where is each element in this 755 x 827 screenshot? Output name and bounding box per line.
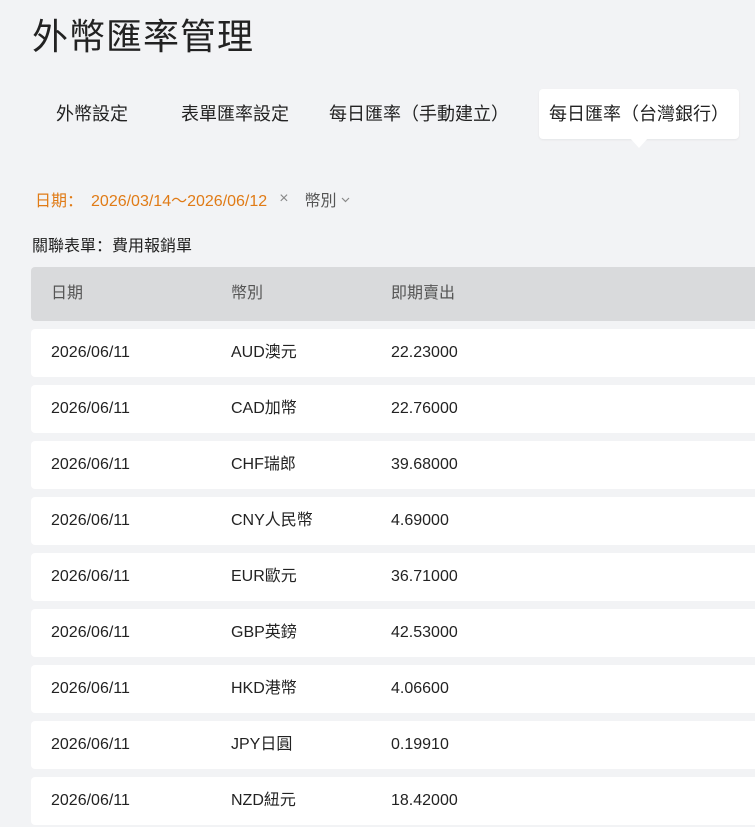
cell-currency: GBP英鎊 xyxy=(231,624,297,641)
table-row[interactable]: 2026/06/11 GBP英鎊 42.53000 xyxy=(31,609,755,657)
currency-filter[interactable]: 幣別 xyxy=(305,187,350,211)
table-row[interactable]: 2026/06/11 HKD港幣 4.06600 xyxy=(31,665,755,713)
currency-filter-label: 幣別 xyxy=(304,193,337,210)
related-form-label: 關聯表單：費用報銷單 xyxy=(32,238,193,255)
chevron-down-icon xyxy=(341,190,350,208)
table-row[interactable]: 2026/06/11 AUD澳元 22.23000 xyxy=(31,329,755,377)
table-header: 日期 幣別 即期賣出 xyxy=(31,267,755,321)
cell-spot-selling: 39.68000 xyxy=(391,456,458,473)
cell-spot-selling: 4.69000 xyxy=(391,512,449,529)
clear-date-icon[interactable]: × xyxy=(279,190,288,208)
tab-label: 每日匯率（台灣銀行） xyxy=(549,104,729,124)
tab-daily-rate-manual[interactable]: 每日匯率（手動建立） xyxy=(329,89,509,139)
page-title: 外幣匯率管理 xyxy=(32,16,255,57)
cell-currency: EUR歐元 xyxy=(231,568,297,585)
header-currency: 幣別 xyxy=(231,285,264,302)
date-filter-label: 日期： xyxy=(35,193,84,210)
cell-currency: AUD澳元 xyxy=(231,344,297,361)
table-row[interactable]: 2026/06/11 EUR歐元 36.71000 xyxy=(31,553,755,601)
header-date: 日期 xyxy=(51,285,84,302)
cell-date: 2026/06/11 xyxy=(51,512,130,529)
cell-spot-selling: 22.76000 xyxy=(391,400,458,417)
cell-spot-selling: 4.06600 xyxy=(391,680,449,697)
cell-spot-selling: 22.23000 xyxy=(391,344,458,361)
cell-date: 2026/06/11 xyxy=(51,624,130,641)
cell-currency: HKD港幣 xyxy=(231,680,297,697)
cell-date: 2026/06/11 xyxy=(51,344,130,361)
cell-spot-selling: 42.53000 xyxy=(391,624,458,641)
tab-form-rate-settings[interactable]: 表單匯率設定 xyxy=(181,89,289,139)
filter-bar: 日期： 2026/03/14〜2026/06/12 × 幣別 xyxy=(35,186,350,212)
table-row[interactable]: 2026/06/11 CAD加幣 22.76000 xyxy=(31,385,755,433)
cell-currency: CNY人民幣 xyxy=(231,512,313,529)
table-row[interactable]: 2026/06/11 CNY人民幣 4.69000 xyxy=(31,497,755,545)
exchange-rate-table: 日期 幣別 即期賣出 2026/06/11 AUD澳元 22.23000 2026/0… xyxy=(31,267,755,825)
cell-date: 2026/06/11 xyxy=(51,792,130,809)
cell-currency: NZD紐元 xyxy=(231,792,296,809)
tab-currency-settings[interactable]: 外幣設定 xyxy=(56,89,128,139)
tab-bar: 外幣設定 表單匯率設定 每日匯率（手動建立） 每日匯率（台灣銀行） xyxy=(0,89,755,148)
header-spot-selling: 即期賣出 xyxy=(391,285,456,302)
cell-currency: CAD加幣 xyxy=(231,400,297,417)
date-range-filter[interactable]: 日期： 2026/03/14〜2026/06/12 xyxy=(35,187,267,211)
date-filter-value: 2026/03/14〜2026/06/12 xyxy=(91,193,268,210)
cell-date: 2026/06/11 xyxy=(51,400,130,417)
cell-currency: CHF瑞郎 xyxy=(231,456,296,473)
cell-spot-selling: 36.71000 xyxy=(391,568,458,585)
table-row[interactable]: 2026/06/11 JPY日圓 0.19910 xyxy=(31,721,755,769)
cell-spot-selling: 0.19910 xyxy=(391,736,449,753)
table-row[interactable]: 2026/06/11 NZD紐元 18.42000 xyxy=(31,777,755,825)
table-row[interactable]: 2026/06/11 CHF瑞郎 39.68000 xyxy=(31,441,755,489)
cell-date: 2026/06/11 xyxy=(51,456,130,473)
cell-spot-selling: 18.42000 xyxy=(391,792,458,809)
active-tab-caret xyxy=(630,138,648,148)
tab-daily-rate-bank-of-taiwan[interactable]: 每日匯率（台灣銀行） xyxy=(539,89,739,148)
cell-date: 2026/06/11 xyxy=(51,568,130,585)
cell-date: 2026/06/11 xyxy=(51,680,130,697)
cell-date: 2026/06/11 xyxy=(51,736,130,753)
cell-currency: JPY日圓 xyxy=(231,736,293,753)
